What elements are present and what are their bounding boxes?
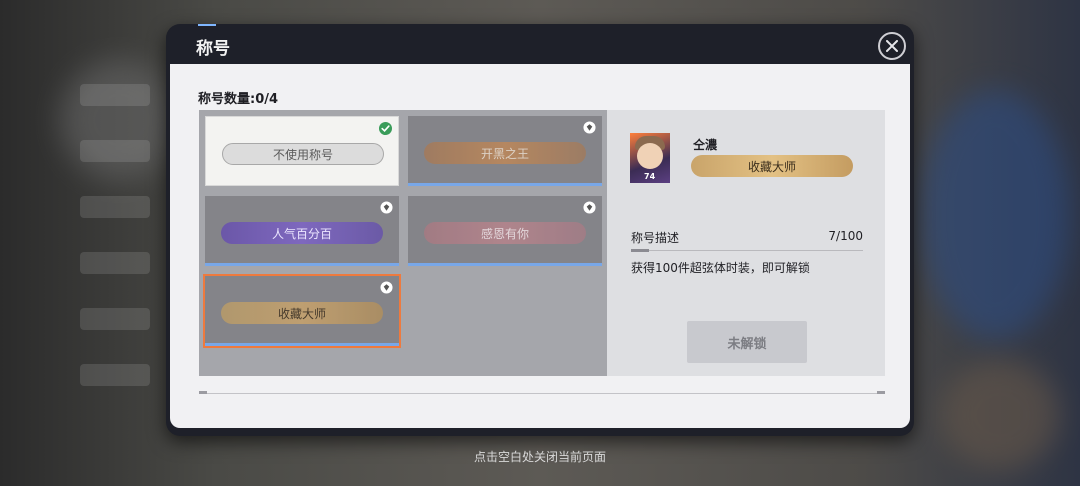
title-pill: 不使用称号 bbox=[222, 143, 384, 165]
diamond-badge-icon bbox=[380, 281, 393, 294]
close-button[interactable] bbox=[878, 32, 906, 60]
player-name: 仝濃 bbox=[693, 138, 718, 152]
selected-title-pill: 收藏大师 bbox=[691, 155, 853, 177]
scroll-tick-right bbox=[877, 391, 885, 394]
title-pill: 开黑之王 bbox=[424, 142, 586, 164]
title-modal: 称号 称号数量:0/4 不使用称号 开黑之王 人气百分百 感恩有你 收藏大师 7… bbox=[166, 24, 914, 436]
title-pill: 收藏大师 bbox=[221, 302, 383, 324]
title-count-label: 称号数量:0/4 bbox=[198, 92, 279, 107]
close-hint: 点击空白处关闭当前页面 bbox=[473, 450, 606, 464]
avatar-face bbox=[637, 143, 663, 169]
diamond-badge-icon bbox=[583, 201, 596, 214]
modal-content: 称号数量:0/4 不使用称号 开黑之王 人气百分百 感恩有你 收藏大师 74 仝… bbox=[170, 64, 910, 428]
locked-button[interactable]: 未解锁 bbox=[687, 321, 807, 363]
title-pill: 人气百分百 bbox=[221, 222, 383, 244]
title-pill: 感恩有你 bbox=[424, 222, 586, 244]
description-divider bbox=[631, 249, 863, 252]
title-card-none[interactable]: 不使用称号 bbox=[205, 116, 399, 186]
title-card-active[interactable]: 收藏大师 bbox=[203, 274, 401, 348]
bottom-scrollbar[interactable] bbox=[199, 391, 885, 394]
close-icon bbox=[886, 40, 898, 52]
title-card[interactable]: 开黑之王 bbox=[408, 116, 602, 186]
description-text: 获得100件超弦体时装，即可解锁 bbox=[631, 261, 810, 275]
diamond-badge-icon bbox=[380, 201, 393, 214]
title-grid: 不使用称号 开黑之王 人气百分百 感恩有你 收藏大师 bbox=[199, 110, 607, 376]
description-label: 称号描述 bbox=[631, 231, 680, 245]
avatar-level: 74 bbox=[644, 172, 656, 181]
diamond-badge-icon bbox=[583, 121, 596, 134]
title-detail-panel: 74 仝濃 收藏大师 称号描述 7/100 获得100件超弦体时装，即可解锁 未… bbox=[607, 110, 885, 376]
title-accent-bar bbox=[198, 24, 216, 26]
title-card[interactable]: 感恩有你 bbox=[408, 196, 602, 266]
modal-title: 称号 bbox=[196, 39, 230, 59]
check-circle-icon bbox=[379, 122, 392, 135]
player-avatar: 74 bbox=[630, 133, 670, 183]
scroll-tick-left bbox=[199, 391, 207, 394]
title-card[interactable]: 人气百分百 bbox=[205, 196, 399, 266]
description-counter: 7/100 bbox=[828, 229, 863, 243]
